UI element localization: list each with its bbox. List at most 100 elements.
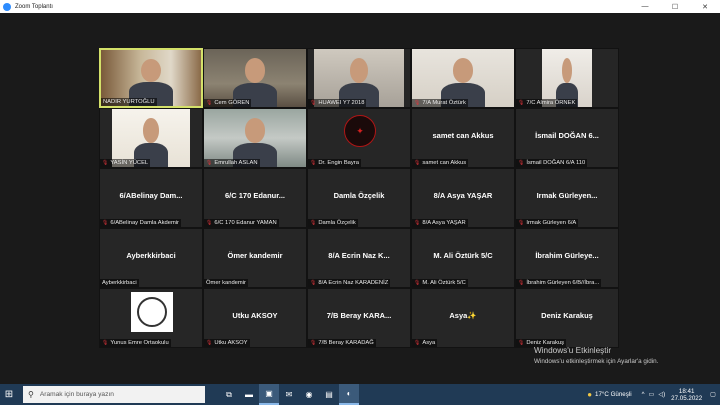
participant-name: samet can Akkus xyxy=(422,160,467,166)
participant-tile[interactable]: 🎙 YASİN YÜCEL xyxy=(99,108,203,168)
participant-center-name: Asya✨ xyxy=(449,311,477,320)
participant-center-name: Utku AKSOY xyxy=(232,311,278,320)
participant-tile[interactable]: 6/C 170 Edanur... 🎙 6/C 170 Edanur YAMAN xyxy=(203,168,307,228)
participant-name: 8/A Ecrin Naz KARADENİZ xyxy=(318,280,389,286)
participant-name: İsmail DOĞAN 6/A 110 xyxy=(526,160,586,166)
participant-tile[interactable]: Deniz Karakuş 🎙 Deniz Karakuş xyxy=(515,288,619,348)
participant-name-label: 🎙 7/A Murat Öztürk xyxy=(412,99,468,107)
maximize-button[interactable]: ☐ xyxy=(660,0,690,13)
participant-tile[interactable]: 8/A Asya YAŞAR 🎙 8/A Asya YAŞAR xyxy=(411,168,515,228)
participant-tile[interactable]: İsmail DOĞAN 6... 🎙 İsmail DOĞAN 6/A 110 xyxy=(515,108,619,168)
muted-mic-icon: 🎙 xyxy=(310,340,317,346)
participant-name-label: 🎙 Yunus Emre Ortaokulu xyxy=(100,339,171,347)
participant-name-label: Ömer kandemir xyxy=(204,279,248,287)
mail-icon[interactable]: ✉ xyxy=(279,384,299,405)
watermark-title: Windows'u Etkinleştir xyxy=(534,346,612,355)
participant-tile[interactable]: Asya✨ 🎙 Asya xyxy=(411,288,515,348)
muted-mic-icon: 🎙 xyxy=(206,160,213,166)
taskbar-search[interactable]: ⚲ Aramak için buraya yazın xyxy=(23,386,205,403)
participant-tile[interactable]: M. Ali Öztürk 5/C 🎙 M. Ali Öztürk 5/C xyxy=(411,228,515,288)
clock-date: 27.05.2022 xyxy=(671,394,703,402)
zoom-icon[interactable]: ▣ xyxy=(259,384,279,405)
participant-name-label: NADIR YURTOĞLU xyxy=(101,98,157,106)
participant-name: Emrullah ASLAN xyxy=(214,160,258,166)
participant-name-label: 🎙 Dr. Engin Bayra xyxy=(308,159,361,167)
search-placeholder: Aramak için buraya yazın xyxy=(39,391,114,398)
participant-name: HUAWEI Y7 2018 xyxy=(318,100,365,106)
participant-name: Yunus Emre Ortaokulu xyxy=(110,340,169,346)
window-title: Zoom Toplantı xyxy=(15,3,53,10)
participant-center-name: 8/A Ecrin Naz K... xyxy=(328,251,390,260)
muted-mic-icon: 🎙 xyxy=(102,160,109,166)
participant-tile[interactable]: 🎙 7/A Murat Öztürk xyxy=(411,48,515,108)
notifications-icon[interactable]: ▢ xyxy=(710,391,716,398)
window-titlebar: Zoom Toplantı xyxy=(0,0,720,13)
clock[interactable]: 18:41 27.05.2022 xyxy=(671,388,702,402)
participant-center-name: 8/A Asya YAŞAR xyxy=(433,191,493,200)
participant-name-label: 🎙 Damla Özçelik xyxy=(308,219,358,227)
muted-mic-icon: 🎙 xyxy=(518,220,525,226)
participant-tile[interactable]: Ayberkkirbaci Ayberkkirbaci xyxy=(99,228,203,288)
participant-name-label: 🎙 Asya xyxy=(412,339,438,347)
chrome-icon[interactable]: ◉ xyxy=(299,384,319,405)
participant-center-name: M. Ali Öztürk 5/C xyxy=(433,251,493,260)
participant-center-name: 6/ABelinay Dam... xyxy=(119,191,183,200)
gallery-view: NADIR YURTOĞLU 🎙 Cem GÖREN 🎙 HUAWEI Y7 2018 🎙… xyxy=(0,13,720,384)
weather-text[interactable]: 17°C Güneşli xyxy=(595,391,632,398)
search-icon: ⚲ xyxy=(28,390,34,399)
participant-tile[interactable]: İbrahim Gürleye... 🎙 İbrahim Gürleyen 6/B/… xyxy=(515,228,619,288)
participant-name-label: 🎙 Emrullah ASLAN xyxy=(204,159,260,167)
participant-tile[interactable]: ✦ 🎙 Dr. Engin Bayra xyxy=(307,108,411,168)
network-icon[interactable]: ▭ xyxy=(648,391,654,398)
participant-name-label: 🎙 7/C Almira ÖRNEK xyxy=(516,99,578,107)
close-button[interactable]: ✕ xyxy=(690,0,720,13)
muted-mic-icon: 🎙 xyxy=(102,340,109,346)
windows-start-icon[interactable]: ⊞ xyxy=(0,384,18,405)
edge-icon[interactable]: ◐ xyxy=(339,384,359,405)
participant-name: Cem GÖREN xyxy=(214,100,250,106)
participant-tile[interactable]: 6/ABelinay Dam... 🎙 6/ABelinay Damla Akdem… xyxy=(99,168,203,228)
participant-tile[interactable]: samet can Akkus 🎙 samet can Akkus xyxy=(411,108,515,168)
muted-mic-icon: 🎙 xyxy=(414,280,421,286)
participant-tile[interactable]: 7/B Beray KARA... 🎙 7/B Beray KARADAĞ xyxy=(307,288,411,348)
participant-tile[interactable]: Irmak Gürleyen... 🎙 Irmak Gürleyen 6/A xyxy=(515,168,619,228)
participant-center-name: Irmak Gürleyen... xyxy=(536,191,598,200)
participant-name: Dr. Engin Bayra xyxy=(318,160,359,166)
participant-grid: NADIR YURTOĞLU 🎙 Cem GÖREN 🎙 HUAWEI Y7 2018 🎙… xyxy=(99,48,619,360)
participant-center-name: 6/C 170 Edanur... xyxy=(224,191,286,200)
activation-watermark: Windows'u Etkinleştir Windows'u etkinleş… xyxy=(534,345,658,367)
participant-name: Ayberkkirbaci xyxy=(102,280,137,286)
minimize-button[interactable]: — xyxy=(630,0,660,13)
muted-mic-icon: 🎙 xyxy=(206,340,213,346)
muted-mic-icon: 🎙 xyxy=(518,160,525,166)
participant-name: NADIR YURTOĞLU xyxy=(103,99,155,105)
participant-name-label: 🎙 8/A Ecrin Naz KARADENİZ xyxy=(308,279,391,287)
file-explorer-icon[interactable]: ▬ xyxy=(239,384,259,405)
participant-name-label: 🎙 Irmak Gürleyen 6/A xyxy=(516,219,579,227)
tray-arrow-icon[interactable]: ^ xyxy=(642,391,645,398)
participant-center-name: Ayberkkirbaci xyxy=(126,251,176,260)
task-view-icon[interactable]: ⧉ xyxy=(219,384,239,405)
participant-name: İbrahim Gürleyen 6/B//İbra... xyxy=(526,280,600,286)
participant-tile[interactable]: 🎙 Yunus Emre Ortaokulu xyxy=(99,288,203,348)
participant-tile[interactable]: NADIR YURTOĞLU xyxy=(99,48,203,108)
participant-tile[interactable]: 🎙 HUAWEI Y7 2018 xyxy=(307,48,411,108)
muted-mic-icon: 🎙 xyxy=(414,340,421,346)
participant-center-name: Damla Özçelik xyxy=(333,191,385,200)
files-icon[interactable]: ▤ xyxy=(319,384,339,405)
participant-name-label: 🎙 Utku AKSOY xyxy=(204,339,250,347)
participant-tile[interactable]: 🎙 Cem GÖREN xyxy=(203,48,307,108)
participant-tile[interactable]: 8/A Ecrin Naz K... 🎙 8/A Ecrin Naz KARADEN… xyxy=(307,228,411,288)
participant-center-name: Ömer kandemir xyxy=(227,251,283,260)
participant-name: 8/A Asya YAŞAR xyxy=(422,220,466,226)
participant-tile[interactable]: Damla Özçelik 🎙 Damla Özçelik xyxy=(307,168,411,228)
participant-tile[interactable]: Utku AKSOY 🎙 Utku AKSOY xyxy=(203,288,307,348)
participant-center-name: İsmail DOĞAN 6... xyxy=(535,131,599,140)
participant-center-name: samet can Akkus xyxy=(432,131,494,140)
volume-icon[interactable]: ◁) xyxy=(658,391,665,398)
clock-time: 18:41 xyxy=(678,387,695,395)
participant-name-label: 🎙 İsmail DOĞAN 6/A 110 xyxy=(516,159,588,167)
participant-tile[interactable]: 🎙 7/C Almira ÖRNEK xyxy=(515,48,619,108)
participant-tile[interactable]: 🎙 Emrullah ASLAN xyxy=(203,108,307,168)
participant-tile[interactable]: Ömer kandemir Ömer kandemir xyxy=(203,228,307,288)
